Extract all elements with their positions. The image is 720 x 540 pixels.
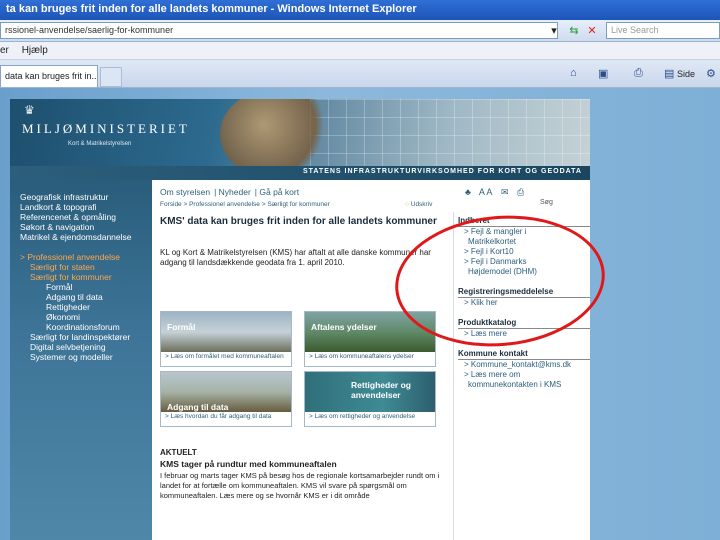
- sidebar-item[interactable]: Matrikel & ejendomsdannelse: [20, 232, 152, 242]
- banner-photo: [220, 99, 330, 166]
- print-icon[interactable]: ⎙: [634, 67, 643, 80]
- tools-icon[interactable]: ⚙: [706, 67, 716, 80]
- stop-icon[interactable]: ✕: [584, 23, 600, 39]
- menu-item-tools[interactable]: er: [0, 45, 9, 56]
- print-link-label: Udskriv: [410, 201, 433, 208]
- sitemap-icon[interactable]: ♣: [465, 187, 471, 197]
- sidebar-sub2-item[interactable]: Koordinationsforum: [20, 322, 152, 332]
- sidebar-sub2-item[interactable]: Formål: [20, 282, 152, 292]
- tile-link[interactable]: > Læs om rettigheder og anvendelse: [309, 413, 415, 420]
- menu-bar: er Hjælp: [0, 42, 720, 60]
- sidebar-sub-item[interactable]: Særligt for kommuner: [20, 272, 152, 282]
- search-input[interactable]: Live Search: [606, 22, 720, 39]
- dropdown-icon[interactable]: ▾: [546, 23, 562, 39]
- page-icon[interactable]: ▤: [664, 67, 674, 80]
- tile-photo: [161, 312, 291, 352]
- tile-title: Formål: [167, 322, 196, 332]
- news-section-title: AKTUELT: [160, 448, 197, 457]
- breadcrumb[interactable]: Forside > Professionel anvendelse > Særl…: [160, 201, 330, 208]
- news-body: I februar og marts tager KMS på besøg ho…: [160, 471, 440, 500]
- right-link[interactable]: kommunekontakten i KMS: [458, 380, 590, 390]
- tile-adgang[interactable]: Adgang til data > Læs hvordan du får adg…: [160, 371, 292, 427]
- sidebar-sub-item[interactable]: Digital selvbetjening: [20, 342, 152, 352]
- strapline-text: STATENS INFRASTRUKTURVIRKSOMHED FOR KORT…: [302, 168, 582, 175]
- top-nav: Om styrelsen | Nyheder | Gå på kort: [160, 187, 300, 197]
- sidebar-item[interactable]: Søkort & navigation: [20, 222, 152, 232]
- sidebar-item[interactable]: Geografisk infrastruktur: [20, 192, 152, 202]
- print-page-icon[interactable]: ⎙: [517, 187, 524, 197]
- topnav-item-map[interactable]: Gå på kort: [259, 187, 299, 197]
- page-title: KMS' data kan bruges frit inden for alle…: [160, 216, 437, 227]
- topnav-item-news[interactable]: Nyheder: [219, 187, 251, 197]
- sidebar-item-active[interactable]: > Professionel anvendelse: [20, 252, 152, 262]
- topnav-item-about[interactable]: Om styrelsen: [160, 187, 210, 197]
- site-banner: ♛ MILJØMINISTERIET Kort & Matrikelstyrel…: [10, 99, 590, 166]
- sidebar-sub-item[interactable]: Systemer og modeller: [20, 352, 152, 362]
- tile-link[interactable]: > Læs om formålet med kommuneaftalen: [165, 353, 284, 360]
- sidebar-sub-item[interactable]: Særligt for landinspektører: [20, 332, 152, 342]
- mail-icon[interactable]: ✉: [501, 187, 509, 197]
- sidebar-sub2-item[interactable]: Økonomi: [20, 312, 152, 322]
- search-link[interactable]: Søg: [540, 199, 553, 206]
- sidebar-item[interactable]: Referencenet & opmåling: [20, 212, 152, 222]
- tile-link[interactable]: > Læs hvordan du får adgang til data: [165, 413, 271, 420]
- tab-current[interactable]: data kan bruges frit in...: [0, 65, 98, 87]
- strapline-bar: STATENS INFRASTRUKTURVIRKSOMHED FOR KORT…: [10, 166, 590, 180]
- right-link[interactable]: > Kommune_kontakt@kms.dk: [458, 360, 590, 370]
- sidebar-sub-item[interactable]: Særligt for staten: [20, 262, 152, 272]
- tile-title: Aftalens ydelser: [311, 322, 377, 332]
- sidebar: Geografisk infrastruktur Landkort & topo…: [10, 180, 152, 540]
- news-headline[interactable]: KMS tager på rundtur med kommuneaftalen: [160, 459, 337, 469]
- site-logo[interactable]: MILJØMINISTERIET: [22, 121, 190, 137]
- sidebar-sub2-item[interactable]: Adgang til data: [20, 292, 152, 302]
- tile-link[interactable]: > Læs om kommuneaftalens ydelser: [309, 353, 414, 360]
- page-menu[interactable]: Side: [677, 69, 695, 79]
- menu-item-help[interactable]: Hjælp: [22, 45, 48, 56]
- right-heading: Kommune kontakt: [458, 349, 590, 360]
- sidebar-item[interactable]: Landkort & topografi: [20, 202, 152, 212]
- tile-title: Adgang til data: [167, 402, 229, 412]
- tab-bar: data kan bruges frit in... ⌂ ▣ ⎙ ▤ Side …: [0, 60, 720, 88]
- text-size-control[interactable]: A A: [479, 187, 493, 197]
- sidebar-sub2-item[interactable]: Rettigheder: [20, 302, 152, 312]
- go-icon[interactable]: ⇆: [566, 23, 582, 39]
- tile-formaal[interactable]: Formål > Læs om formålet med kommuneafta…: [160, 311, 292, 367]
- print-link[interactable]: ○ Udskriv: [405, 201, 432, 208]
- tile-rettigheder[interactable]: Rettigheder og anvendelser > Læs om rett…: [304, 371, 436, 427]
- banner-map-grid: [310, 99, 590, 166]
- feeds-icon[interactable]: ▣: [598, 67, 608, 80]
- top-icons: ♣ A A ✉ ⎙: [465, 187, 530, 198]
- browser-viewport: ♛ MILJØMINISTERIET Kort & Matrikelstyrel…: [0, 88, 720, 540]
- site-logo-sub: Kort & Matrikelstyrelsen: [68, 141, 132, 147]
- sidebar-item-active-label: Professionel anvendelse: [27, 252, 120, 262]
- crown-icon: ♛: [24, 103, 35, 117]
- new-tab-button[interactable]: [100, 67, 122, 87]
- tile-title: Rettigheder og anvendelser: [351, 380, 411, 400]
- home-icon[interactable]: ⌂: [570, 67, 577, 79]
- window-title: ta kan bruges frit inden for alle landet…: [0, 0, 720, 20]
- right-link[interactable]: > Læs mere om: [458, 370, 590, 380]
- address-input[interactable]: rssionel-anvendelse/saerlig-for-kommuner: [0, 22, 558, 39]
- address-bar: rssionel-anvendelse/saerlig-for-kommuner…: [0, 20, 720, 42]
